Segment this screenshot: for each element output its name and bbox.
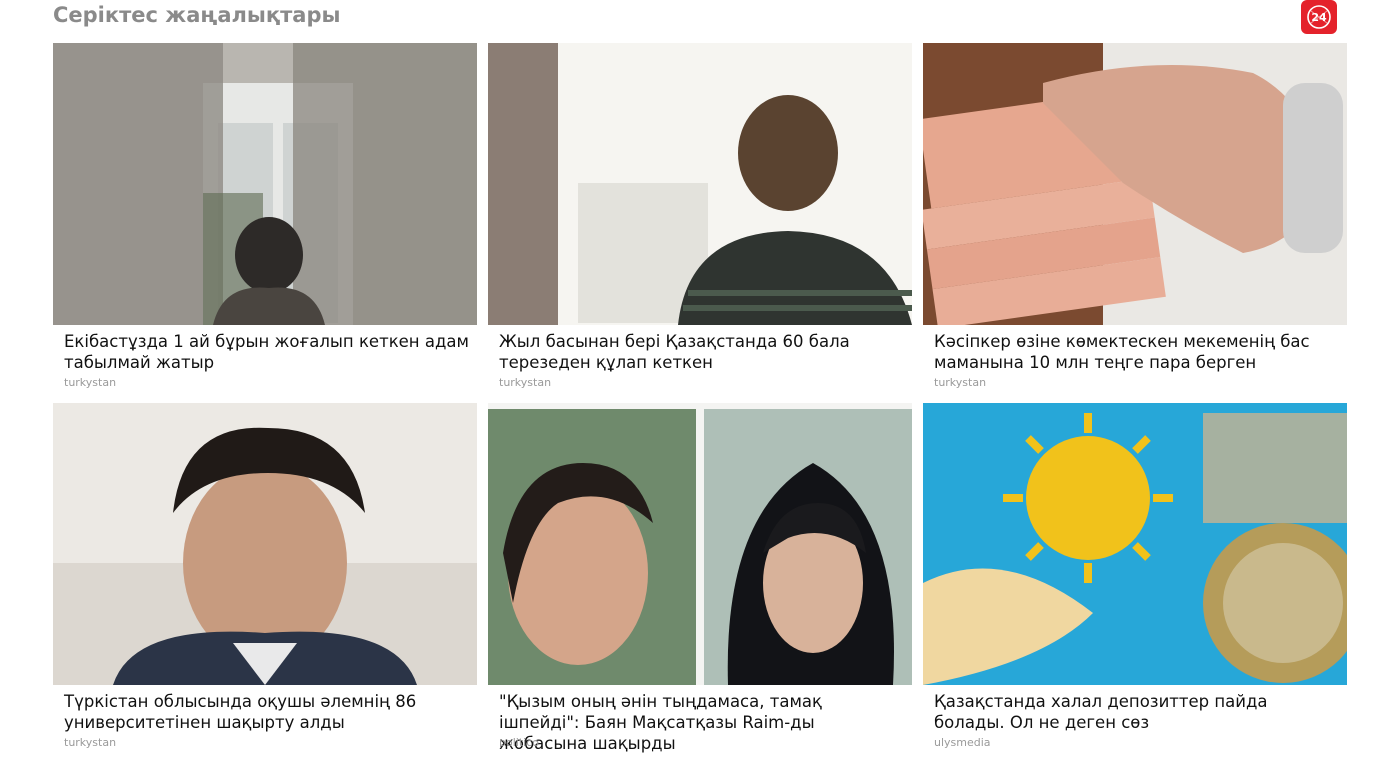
news-thumbnail-hand-with-banknotes[interactable] bbox=[923, 43, 1347, 325]
news-source: turkystan bbox=[499, 376, 552, 389]
news-headline[interactable]: Қазақстанда халал депозиттер пайда болад… bbox=[934, 691, 1339, 733]
news-card[interactable]: Жыл басынан бері Қазақстанда 60 бала тер… bbox=[488, 43, 912, 393]
news-source: ulysmedia bbox=[934, 736, 991, 749]
news-source: politico bbox=[499, 736, 539, 749]
news-headline[interactable]: Түркістан облысында оқушы әлемнің 86 уни… bbox=[64, 691, 469, 733]
news-card[interactable]: "Қызым оның әнін тыңдамаса, тамақ ішпейд… bbox=[488, 403, 912, 753]
news-headline[interactable]: "Қызым оның әнін тыңдамаса, тамақ ішпейд… bbox=[499, 691, 904, 754]
news-card[interactable]: Кәсіпкер өзіне көмектескен мекеменің бас… bbox=[923, 43, 1347, 393]
brand-logo-text: 24 bbox=[1311, 10, 1327, 24]
news-thumbnail-kazakh-flag-coins[interactable] bbox=[923, 403, 1347, 685]
news-thumbnail-student-portrait[interactable] bbox=[53, 403, 477, 685]
news-source: turkystan bbox=[934, 376, 987, 389]
news-card[interactable]: Түркістан облысында оқушы әлемнің 86 уни… bbox=[53, 403, 477, 753]
widget-header: Серіктес жаңалықтары 24 bbox=[53, 0, 1337, 34]
news-headline[interactable]: Екібастұзда 1 ай бұрын жоғалып кеткен ад… bbox=[64, 331, 469, 373]
partner-news-widget: Серіктес жаңалықтары 24 Екібастұзда 1 ай… bbox=[0, 0, 1380, 760]
section-title: Серіктес жаңалықтары bbox=[53, 3, 341, 27]
brand-logo-icon[interactable]: 24 bbox=[1301, 0, 1337, 34]
news-thumbnail-person-at-window[interactable] bbox=[53, 43, 477, 325]
news-source: turkystan bbox=[64, 736, 117, 749]
news-thumbnail-child-at-window[interactable] bbox=[488, 43, 912, 325]
news-source: turkystan bbox=[64, 376, 117, 389]
news-card[interactable]: Екібастұзда 1 ай бұрын жоғалып кеткен ад… bbox=[53, 43, 477, 393]
news-card[interactable]: Қазақстанда халал депозиттер пайда болад… bbox=[923, 403, 1347, 753]
news-headline[interactable]: Жыл басынан бері Қазақстанда 60 бала тер… bbox=[499, 331, 904, 373]
news-thumbnail-two-portraits[interactable] bbox=[488, 403, 912, 685]
news-headline[interactable]: Кәсіпкер өзіне көмектескен мекеменің бас… bbox=[934, 331, 1339, 373]
